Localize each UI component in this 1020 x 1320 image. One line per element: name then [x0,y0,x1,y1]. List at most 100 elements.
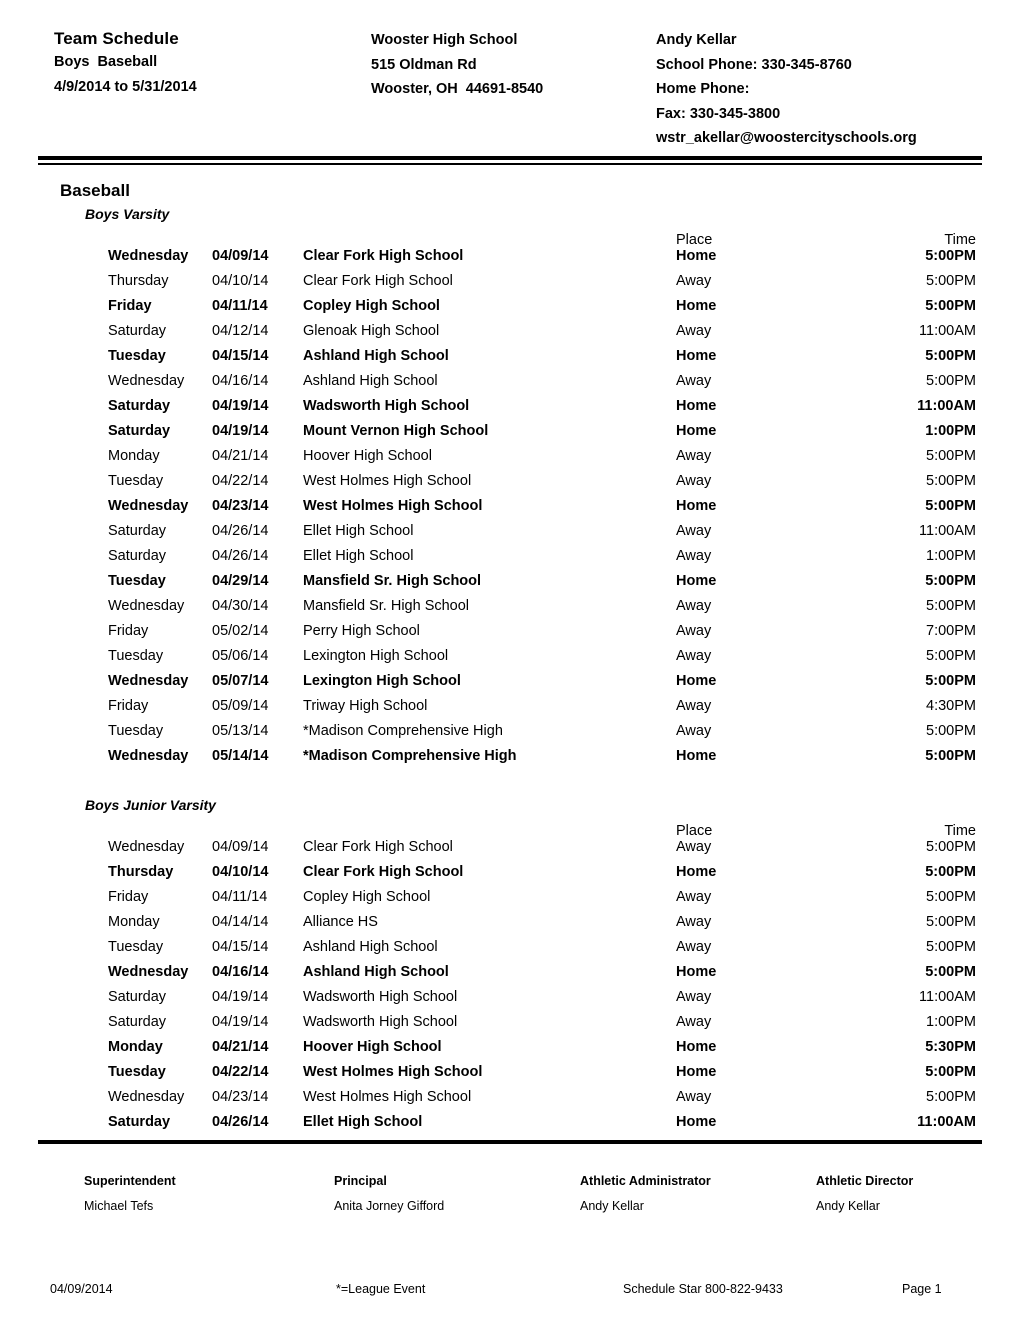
cell-time: 5:00PM [926,448,976,464]
cell-time: 1:00PM [926,1014,976,1030]
cell-date: 05/02/14 [212,623,269,639]
header-school-column: Wooster High School 515 Oldman Rd Wooste… [371,28,651,102]
cell-opponent: Ellet High School [303,523,414,539]
cell-time: 11:00AM [919,523,976,539]
cell-place: Away [676,448,712,464]
table-row: Saturday 04/19/14 Wadsworth High School Hom… [0,394,1020,419]
school-address: 515 Oldman Rd [371,56,477,73]
cell-place: Away [676,648,712,664]
cell-day: Tuesday [108,939,164,955]
cell-date: 05/09/14 [212,698,269,714]
contact-email: wstr_akellar@woostercityschools.org [656,130,917,146]
cell-opponent: Wadsworth High School [303,398,470,414]
cell-day: Saturday [108,523,167,539]
cell-time: 5:00PM [926,648,976,664]
cell-date: 04/23/14 [212,1089,269,1105]
cell-day: Tuesday [108,723,164,739]
cell-place: Away [676,1014,712,1030]
table-row: Tuesday 05/13/14 *Madison Comprehensive Hi… [0,719,1020,744]
cell-opponent: Perry High School [303,623,420,639]
cell-opponent: Triway High School [303,698,428,714]
cell-day: Monday [108,1039,163,1055]
cell-date: 04/11/14 [212,889,268,905]
table-row: Tuesday 04/15/14 Ashland High School Home 5:… [0,344,1020,369]
cell-day: Wednesday [108,498,189,514]
cell-opponent: Wadsworth High School [303,989,458,1005]
table-row: Wednesday 04/16/14 Ashland High School Home… [0,960,1020,985]
cell-place: Away [676,1089,712,1105]
table-row: Wednesday 05/07/14 Lexington High School Ho… [0,669,1020,694]
table-row: Wednesday 04/30/14 Mansfield Sr. High Scho… [0,594,1020,619]
signature-name: Andy Kellar [816,1199,880,1213]
cell-date: 05/06/14 [212,648,269,664]
cell-day: Saturday [108,423,171,439]
cell-day: Tuesday [108,648,164,664]
cell-place: Home [676,423,717,439]
cell-opponent: West Holmes High School [303,498,483,514]
cell-place: Away [676,698,712,714]
table-row: Tuesday 04/15/14 Ashland High School Away 5:… [0,935,1020,960]
cell-opponent: Mansfield Sr. High School [303,573,482,589]
cell-day: Wednesday [108,748,189,764]
cell-day: Saturday [108,1014,167,1030]
cell-day: Friday [108,623,149,639]
cell-opponent: Clear Fork High School [303,273,453,289]
cell-date: 04/14/14 [212,914,269,930]
cell-day: Wednesday [108,248,189,264]
cell-opponent: Ashland High School [303,964,449,980]
cell-date: 04/10/14 [212,273,269,289]
sport-gender-line: Boys Baseball [54,54,158,70]
cell-day: Friday [108,889,149,905]
cell-time: 5:00PM [925,748,976,764]
cell-time: 5:00PM [926,939,976,955]
cell-date: 04/30/14 [212,598,269,614]
cell-place: Home [676,573,717,589]
cell-place: Home [676,298,717,314]
cell-day: Tuesday [108,573,166,589]
footer-print-date: 04/09/2014 [50,1282,113,1296]
signature-role: Principal [334,1174,387,1188]
cell-time: 11:00AM [919,323,976,339]
cell-place: Away [676,523,712,539]
signature-name: Andy Kellar [580,1199,644,1213]
table-row: Wednesday 04/23/14 West Holmes High School… [0,494,1020,519]
cell-date: 04/16/14 [212,373,269,389]
table-row: Tuesday 04/29/14 Mansfield Sr. High School… [0,569,1020,594]
table-row: Thursday 04/10/14 Clear Fork High School Aw… [0,269,1020,294]
cell-place: Home [676,1064,717,1080]
signature-column: Principal Anita Jorney Gifford [334,1173,444,1214]
cell-opponent: Mount Vernon High School [303,423,489,439]
cell-date: 05/14/14 [212,748,269,764]
cell-time: 5:00PM [925,573,976,589]
cell-day: Wednesday [108,373,185,389]
footer-vendor: Schedule Star 800-822-9433 [623,1282,783,1296]
cell-date: 04/23/14 [212,498,269,514]
cell-date: 04/21/14 [212,448,269,464]
footer-legend: *=League Event [336,1282,426,1296]
cell-date: 04/26/14 [212,1114,269,1130]
document-header: Team Schedule Boys Baseball 4/9/2014 to … [46,28,976,158]
table-row: Monday 04/21/14 Hoover High School Home 5:30… [0,1035,1020,1060]
table-row: Tuesday 04/22/14 West Holmes High School Aw… [0,469,1020,494]
cell-time: 5:00PM [925,964,976,980]
cell-opponent: Lexington High School [303,673,461,689]
cell-opponent: Lexington High School [303,648,449,664]
cell-place: Away [676,723,712,739]
table-row: Saturday 04/12/14 Glenoak High School Away 1… [0,319,1020,344]
cell-day: Monday [108,914,160,930]
cell-opponent: Ashland High School [303,373,438,389]
cell-date: 04/19/14 [212,989,269,1005]
cell-date: 04/29/14 [212,573,269,589]
cell-place: Away [676,323,712,339]
header-contact-column: Andy Kellar School Phone: 330-345-8760 H… [656,28,976,150]
cell-day: Thursday [108,273,169,289]
cell-time: 5:00PM [926,839,976,855]
cell-date: 04/15/14 [212,939,269,955]
cell-day: Wednesday [108,839,185,855]
cell-time: 5:00PM [925,298,976,314]
table-bottom-divider [38,1140,982,1144]
cell-day: Tuesday [108,1064,166,1080]
page-title: Team Schedule [54,29,179,48]
cell-opponent: Copley High School [303,298,440,314]
header-left-column: Team Schedule Boys Baseball 4/9/2014 to … [54,28,354,99]
